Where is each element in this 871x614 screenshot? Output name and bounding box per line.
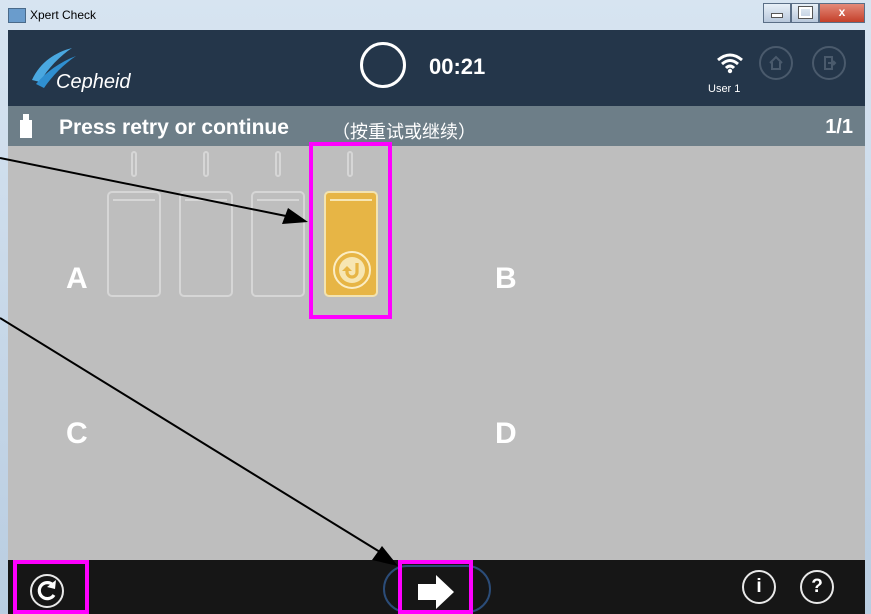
highlight-retry-button [13,560,89,614]
status-title: Press retry or continue [59,116,289,139]
highlight-continue-button [398,560,473,614]
module-panel: A B C D [8,142,865,560]
page-indicator: 1/1 [825,116,853,138]
app-icon [8,8,26,23]
footer-bar: i ? [8,560,865,614]
quadrant-label-d: D [495,417,517,450]
progress-ring [360,42,406,88]
module-tab [203,151,209,177]
logout-button[interactable] [812,46,846,80]
status-subtitle: （按重试或继续） [332,122,476,142]
close-button[interactable]: x [819,3,865,23]
window-title: Xpert Check [30,8,97,22]
module-tab [131,151,137,177]
home-button[interactable] [759,46,793,80]
help-icon: ? [811,576,823,597]
module-slot[interactable] [251,191,305,297]
info-icon: i [756,576,762,597]
window: Xpert Check x Cepheid 00:21 User 1 Press… [0,0,871,614]
help-button[interactable]: ? [800,570,834,604]
home-icon [769,55,783,70]
status-bar: Press retry or continue （按重试或继续） 1/1 [8,106,865,146]
quadrant-label-c: C [66,417,88,450]
module-slot[interactable] [179,191,233,297]
app-header: Cepheid 00:21 User 1 [8,30,865,106]
module-tab [275,151,281,177]
user-label: User 1 [708,83,741,95]
module-slot[interactable] [107,191,161,297]
timer: 00:21 [429,54,486,79]
quadrant-label-a: A [66,262,88,295]
logo-text: Cepheid [56,71,131,93]
wifi-icon [717,53,743,74]
quadrant-label-b: B [495,262,517,295]
logout-icon [824,56,837,70]
title-bar: Xpert Check x [0,0,871,30]
info-button[interactable]: i [742,570,776,604]
minimize-button[interactable] [763,3,791,23]
app-area: Cepheid 00:21 User 1 Press retry or cont… [8,30,865,614]
cartridge-icon [20,114,32,138]
maximize-button[interactable] [791,3,819,23]
highlight-retry-module [309,142,392,319]
cepheid-logo: Cepheid [32,48,131,93]
